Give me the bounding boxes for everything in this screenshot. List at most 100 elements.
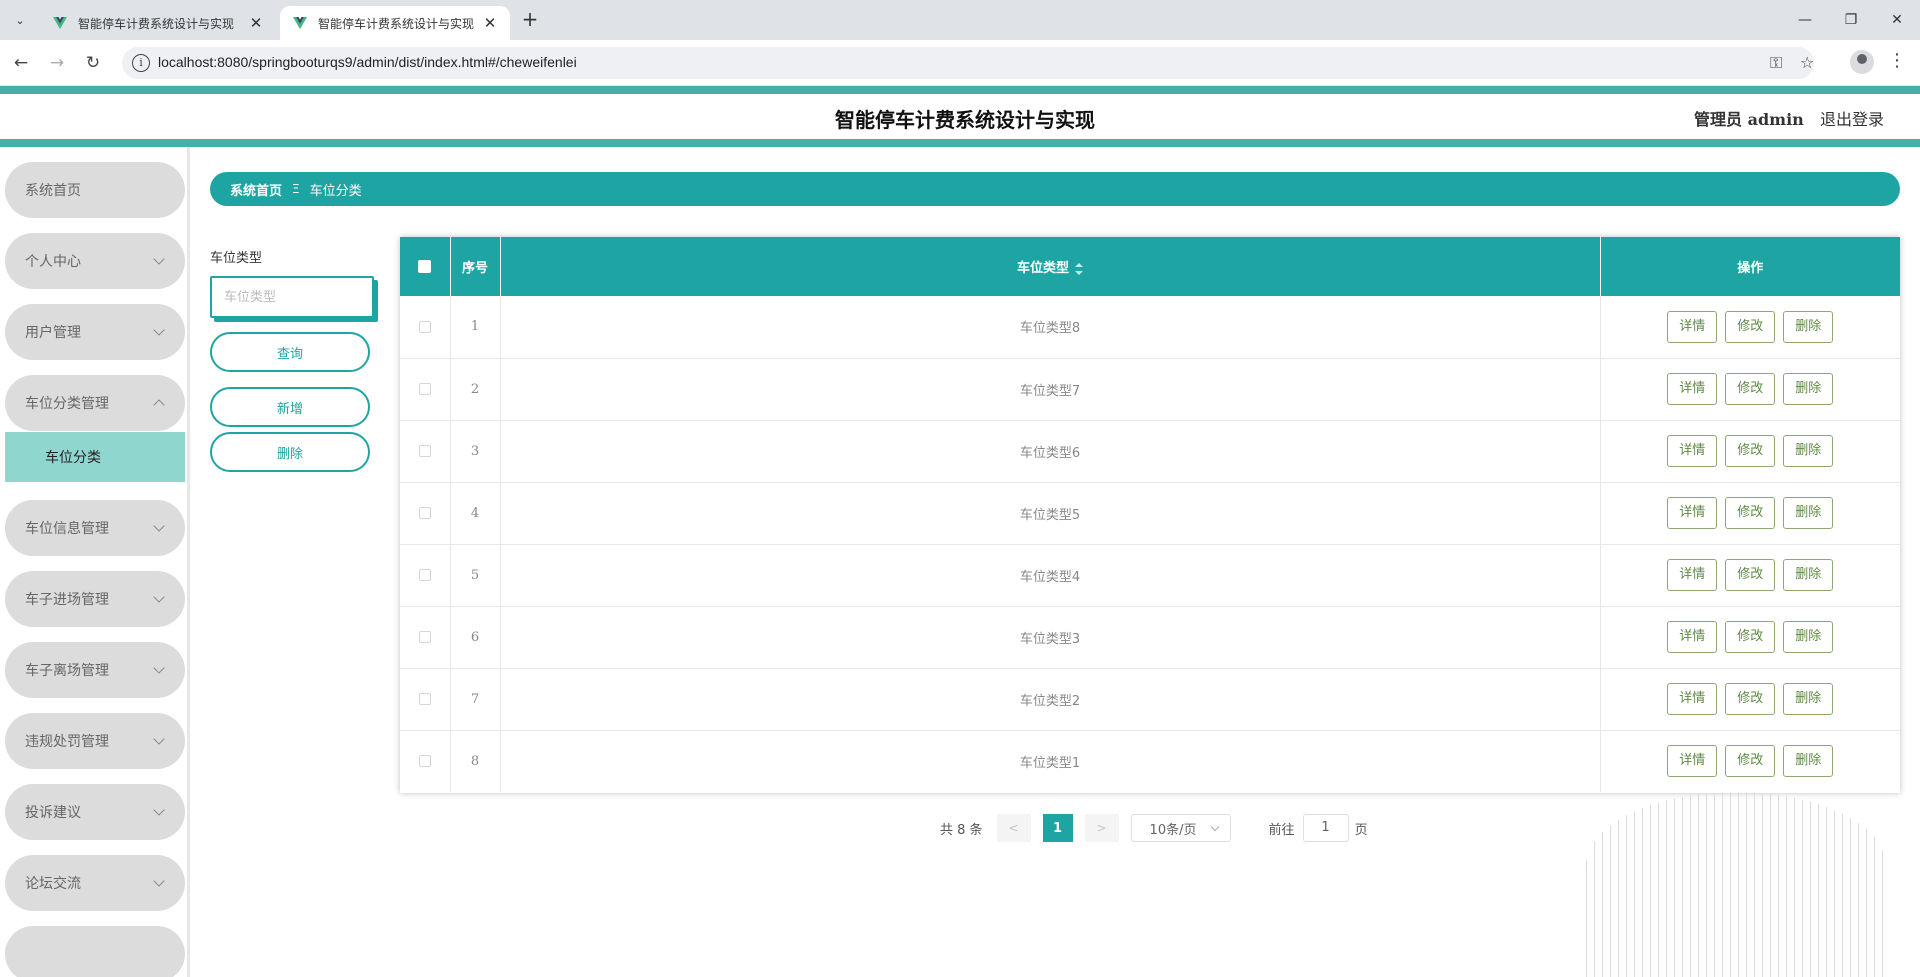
sort-icon[interactable] [1075,262,1083,275]
back-arrow-icon[interactable]: ← [8,50,34,76]
row-checkbox[interactable] [418,445,431,457]
browser-tab-title: 智能停车计费系统设计与实现 [318,16,475,31]
delete-button[interactable]: 删除 [1783,745,1834,778]
sidebar-item-car-entry[interactable]: 车子进场管理 [5,571,185,627]
site-info-icon[interactable]: i [132,54,150,72]
edit-button[interactable]: 修改 [1725,621,1776,653]
row-actions: 详情 修改 删除 [1600,358,1900,420]
detail-button[interactable]: 详情 [1667,683,1718,715]
table-row: 6 车位类型3 详情 修改 删除 [400,606,1900,668]
sidebar-item-space-info[interactable]: 车位信息管理 [5,500,185,556]
breadcrumb: 系统首页 Ξ 车位分类 [210,172,1900,206]
sidebar-item-violations[interactable]: 违规处罚管理 [5,713,185,769]
sidebar-item-users[interactable]: 用户管理 [5,304,185,360]
edit-button[interactable]: 修改 [1725,373,1776,405]
url-text: localhost:8080/springbooturqs9/admin/dis… [158,54,577,70]
row-checkbox[interactable] [418,320,431,333]
goto-page-input[interactable]: 1 [1302,814,1349,842]
bookmark-star-icon[interactable]: ☆ [1800,53,1814,72]
row-checkbox[interactable] [418,631,431,643]
delete-button[interactable]: 删除 [1783,621,1834,653]
add-button[interactable]: 新增 [210,387,370,427]
prev-page-button[interactable]: < [996,814,1031,842]
sidebar-item-car-exit[interactable]: 车子离场管理 [5,642,185,698]
next-page-button[interactable]: > [1084,814,1119,842]
edit-button[interactable]: 修改 [1725,435,1776,467]
delete-button[interactable]: 删除 [1783,435,1834,467]
detail-button[interactable]: 详情 [1667,497,1718,529]
sidebar-item-label: 投诉建议 [25,805,81,821]
chevron-down-icon [153,804,165,816]
new-tab-button[interactable]: + [518,8,542,32]
chevron-down-icon [153,591,165,603]
edit-button[interactable]: 修改 [1725,310,1776,343]
sidebar-item-forum[interactable]: 论坛交流 [5,855,185,911]
forward-arrow-icon[interactable]: → [44,50,70,76]
search-input[interactable] [210,276,374,318]
delete-button[interactable]: 删除 [1783,310,1834,343]
select-all-checkbox[interactable] [418,260,432,273]
batch-delete-button[interactable]: 删除 [210,432,370,472]
row-index: 3 [450,420,501,482]
reload-icon[interactable]: ↻ [80,50,106,76]
decorative-stripes [1586,792,1886,977]
detail-button[interactable]: 详情 [1667,373,1718,405]
edit-button[interactable]: 修改 [1725,683,1776,715]
restore-icon[interactable]: ❐ [1828,0,1874,40]
browser-tab-2[interactable]: 智能停车计费系统设计与实现 ✕ [280,6,510,40]
minimize-icon[interactable]: — [1782,0,1828,40]
page-number-button[interactable]: 1 [1042,814,1073,842]
close-icon[interactable]: ✕ [248,14,264,32]
delete-button[interactable]: 删除 [1783,683,1834,715]
edit-button[interactable]: 修改 [1725,497,1776,529]
row-checkbox[interactable] [418,693,431,705]
breadcrumb-home[interactable]: 系统首页 [230,180,282,199]
edit-button[interactable]: 修改 [1725,745,1776,778]
sidebar-item-more[interactable] [5,926,185,977]
url-field[interactable]: i localhost:8080/springbooturqs9/admin/d… [122,47,1814,79]
row-checkbox[interactable] [418,383,431,395]
browser-tab-bar: ⌄ 智能停车计费系统设计与实现 ✕ 智能停车计费系统设计与实现 ✕ + — ❐ … [0,0,1920,40]
sidebar-item-label: 个人中心 [25,254,81,270]
tab-search-button[interactable]: ⌄ [8,8,32,32]
delete-button[interactable]: 删除 [1783,373,1834,405]
detail-button[interactable]: 详情 [1667,559,1718,591]
table-header-row: 序号 车位类型 操作 [400,237,1900,296]
column-header-type[interactable]: 车位类型 [500,237,1601,296]
address-bar: ← → ↻ i localhost:8080/springbooturqs9/a… [0,40,1920,86]
chevron-down-icon [153,875,165,887]
row-index: 4 [450,482,501,544]
sidebar-subitem-space-category[interactable]: 车位分类 [5,432,185,482]
sidebar-item-label: 违规处罚管理 [25,734,109,750]
browser-tab-1[interactable]: 智能停车计费系统设计与实现 ✕ [40,6,276,40]
row-checkbox[interactable] [418,755,431,768]
vue-logo-icon [293,17,307,29]
sidebar-item-label: 车位分类管理 [25,396,109,412]
delete-button[interactable]: 删除 [1783,497,1834,529]
detail-button[interactable]: 详情 [1667,621,1718,653]
edit-button[interactable]: 修改 [1725,559,1776,591]
detail-button[interactable]: 详情 [1667,745,1718,778]
page-size-select[interactable]: 10条/页 [1130,814,1231,842]
more-menu-icon[interactable]: ⋮ [1888,50,1906,71]
sidebar-item-space-category[interactable]: 车位分类管理 [5,375,185,431]
window-close-icon[interactable]: ✕ [1874,0,1920,40]
delete-button[interactable]: 删除 [1783,559,1834,591]
sidebar-item-profile[interactable]: 个人中心 [5,233,185,289]
row-index: 2 [450,358,501,420]
profile-avatar-icon[interactable] [1850,50,1874,74]
logout-button[interactable]: 退出登录 [1820,106,1884,130]
row-checkbox[interactable] [418,507,431,519]
row-checkbox[interactable] [418,569,431,581]
query-button[interactable]: 查询 [210,332,370,372]
row-index: 1 [450,296,501,358]
detail-button[interactable]: 详情 [1667,435,1718,467]
close-icon[interactable]: ✕ [482,14,498,32]
chevron-down-icon [153,520,165,532]
sidebar-item-home[interactable]: 系统首页 [5,162,185,218]
goto-suffix: 页 [1354,822,1368,838]
sidebar-item-complaints[interactable]: 投诉建议 [5,784,185,840]
password-key-icon[interactable]: ⚿ [1770,53,1782,73]
column-header-index: 序号 [450,237,501,296]
detail-button[interactable]: 详情 [1667,310,1718,343]
